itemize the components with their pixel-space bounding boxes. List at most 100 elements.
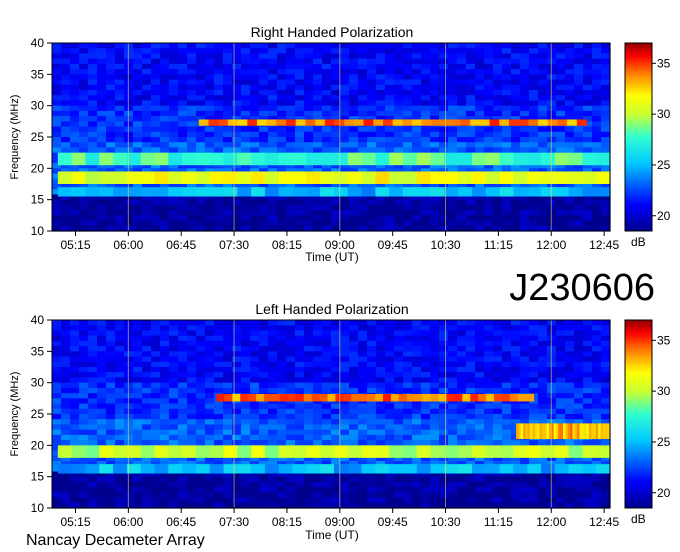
emission-segment <box>71 445 86 458</box>
heatmap-cell <box>601 58 611 65</box>
heatmap-cell <box>106 74 116 81</box>
y-tick-label: 30 <box>31 99 45 113</box>
heatmap-cell <box>556 69 566 75</box>
heatmap-cell <box>223 361 233 368</box>
heatmap-cell <box>565 408 575 415</box>
heatmap-cell <box>151 481 161 488</box>
heatmap-cell <box>250 126 260 133</box>
heatmap-cell <box>142 367 152 373</box>
heatmap-cell <box>502 210 512 216</box>
heatmap-cell <box>304 487 314 493</box>
heatmap-cell <box>70 387 80 394</box>
heatmap-cell <box>70 126 80 133</box>
heatmap-cell <box>349 487 359 493</box>
emission-segment <box>458 187 473 197</box>
left-colorbar <box>624 319 653 509</box>
heatmap-cell <box>88 142 98 149</box>
heatmap-cell <box>556 100 566 107</box>
emission-segment <box>375 152 390 166</box>
heatmap-cell <box>421 476 431 483</box>
heatmap-cell <box>250 340 260 347</box>
heatmap-cell <box>466 137 476 143</box>
heatmap-cell <box>340 131 350 138</box>
heatmap-cell <box>133 377 143 384</box>
heatmap-cell <box>448 58 458 65</box>
heatmap-cell <box>304 346 314 352</box>
heatmap-cell <box>466 215 476 222</box>
heatmap-cell <box>331 340 341 347</box>
heatmap-cell <box>160 419 170 426</box>
heatmap-cell <box>295 476 305 483</box>
heatmap-cell <box>430 74 440 81</box>
heatmap-cell <box>502 361 512 368</box>
heatmap-cell <box>340 204 350 211</box>
heatmap-cell <box>70 142 80 149</box>
heatmap-cell <box>97 90 107 96</box>
heatmap-cell <box>358 361 368 368</box>
heatmap-cell <box>583 346 593 352</box>
heatmap-cell <box>520 408 530 415</box>
heatmap-cell <box>61 377 71 384</box>
heatmap-cell <box>565 63 575 70</box>
heatmap-cell <box>448 403 458 410</box>
heatmap-cell <box>169 434 179 441</box>
heatmap-cell <box>268 492 278 499</box>
heatmap-cell <box>511 320 521 326</box>
heatmap-cell <box>592 74 602 81</box>
heatmap-cell <box>214 361 224 368</box>
heatmap-cell <box>223 69 233 75</box>
heatmap-cell <box>142 48 152 55</box>
heatmap-cell <box>439 220 449 227</box>
heatmap-cell <box>268 220 278 227</box>
emission-segment <box>264 152 280 166</box>
heatmap-cell <box>214 372 224 379</box>
emission-segment <box>557 119 568 126</box>
heatmap-cell <box>574 346 584 352</box>
heatmap-cell <box>187 476 197 483</box>
emission-segment <box>375 171 390 184</box>
heatmap-cell <box>466 147 476 154</box>
heatmap-cell <box>97 398 107 405</box>
heatmap-cell <box>520 48 530 55</box>
heatmap-cell <box>529 481 539 488</box>
heatmap-cell <box>160 476 170 483</box>
heatmap-cell <box>88 116 98 122</box>
heatmap-cell <box>88 361 98 368</box>
heatmap-cell <box>592 393 602 399</box>
heatmap-cell <box>412 367 422 373</box>
heatmap-cell <box>457 387 467 394</box>
heatmap-cell <box>79 53 89 60</box>
heatmap-cell <box>493 487 503 493</box>
heatmap-cell <box>448 440 458 446</box>
emission-segment <box>389 464 404 474</box>
heatmap-cell <box>133 335 143 342</box>
heatmap-cell <box>223 84 233 91</box>
emission-segment <box>513 445 528 458</box>
heatmap-cell <box>529 74 539 81</box>
heatmap-cell <box>421 126 431 133</box>
emission-segment <box>392 119 403 126</box>
heatmap-cell <box>160 142 170 149</box>
heatmap-cell <box>385 377 395 384</box>
heatmap-cell <box>187 105 197 112</box>
heatmap-cell <box>241 147 251 154</box>
heatmap-cell <box>295 351 305 358</box>
heatmap-cell <box>340 492 350 499</box>
heatmap-cell <box>394 95 404 102</box>
heatmap-cell <box>223 105 233 112</box>
heatmap-cell <box>502 424 512 431</box>
heatmap-cell <box>214 492 224 499</box>
heatmap-cell <box>160 346 170 352</box>
heatmap-cell <box>502 137 512 143</box>
x-tick-label: 06:45 <box>166 515 196 529</box>
heatmap-cell <box>304 79 314 86</box>
heatmap-cell <box>565 79 575 86</box>
heatmap-cell <box>493 48 503 55</box>
heatmap-cell <box>304 351 314 358</box>
heatmap-cell <box>79 90 89 96</box>
heatmap-cell <box>538 367 548 373</box>
heatmap-cell <box>493 429 503 436</box>
heatmap-cell <box>511 382 521 389</box>
heatmap-cell <box>322 419 332 426</box>
heatmap-cell <box>457 48 467 55</box>
